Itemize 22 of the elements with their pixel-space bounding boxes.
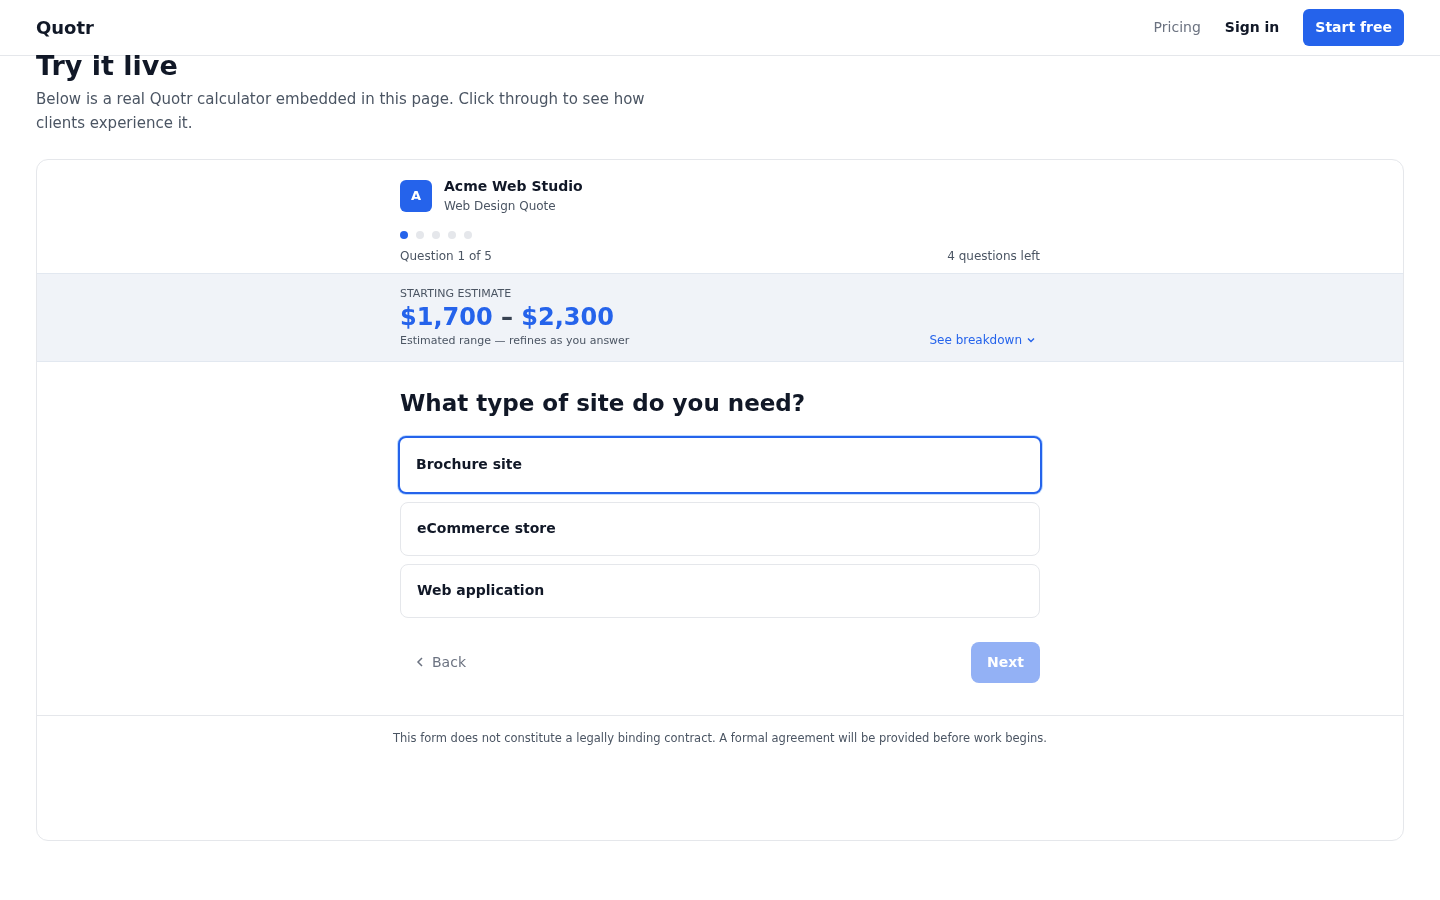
company-name: Acme Web Studio xyxy=(444,177,583,197)
disclaimer-text: This form does not constitute a legally binding contract. A formal agreement will be provided before work begins. xyxy=(393,731,1047,745)
estimate-label: STARTING ESTIMATE xyxy=(400,286,513,303)
section-title: Try it live xyxy=(36,49,179,83)
chevron-left-icon xyxy=(416,656,424,669)
nav-link[interactable]: Pricing xyxy=(1153,17,1201,38)
quote-subtitle: Web Design Quote xyxy=(444,198,557,216)
remaining-label: 4 questions left xyxy=(947,248,1040,266)
intro-text: Below is a real Quotr calculator embedded in this page. Click through to see how clients experience it. xyxy=(36,89,646,135)
brand-logo[interactable]: Quotr xyxy=(36,14,94,41)
back-button[interactable]: Back xyxy=(400,644,482,681)
nav-link[interactable]: Sign in xyxy=(1224,17,1280,38)
answer-option[interactable]: eCommerce store xyxy=(400,502,1040,556)
avatar: A xyxy=(400,179,432,212)
start-free-button[interactable]: Start free xyxy=(1303,9,1404,46)
see-breakdown-link[interactable]: See breakdown xyxy=(929,331,1036,350)
answer-option[interactable]: Web application xyxy=(400,564,1040,618)
answer-option[interactable]: Brochure site xyxy=(398,436,1042,494)
question-title: What type of site do you need? xyxy=(400,390,807,418)
progress-label: Question 1 of 5 xyxy=(400,248,492,266)
estimate-note: Estimated range — refines as you answer xyxy=(400,332,630,349)
price-range: $1,700 – $2,300 xyxy=(400,302,615,332)
